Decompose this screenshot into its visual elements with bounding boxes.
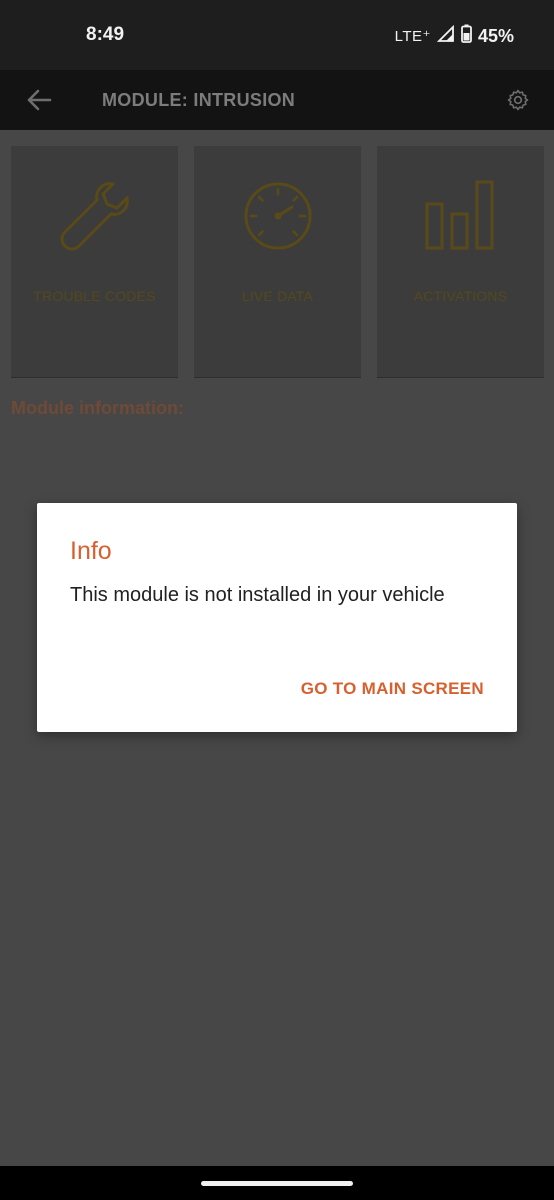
app-bar: MODULE: INTRUSION <box>0 70 554 130</box>
signal-icon <box>436 24 455 48</box>
battery-level: 45% <box>477 25 514 46</box>
tile-live-data[interactable]: LIVE DATA <box>194 146 361 378</box>
tile-label: ACTIVATIONS <box>413 288 508 304</box>
back-button[interactable] <box>22 84 56 116</box>
battery-icon <box>461 24 472 48</box>
tile-trouble-codes[interactable]: TROUBLE CODES <box>11 146 178 378</box>
tile-activations[interactable]: ACTIVATIONS <box>377 146 544 378</box>
settings-button[interactable] <box>504 86 532 114</box>
navigation-bar <box>0 1166 554 1200</box>
page-title: MODULE: INTRUSION <box>102 90 296 110</box>
bar-chart-icon <box>425 180 493 250</box>
status-indicators: LTE⁺ 45% <box>395 24 514 48</box>
module-actions: TROUBLE CODES LIVE DATA ACTIVATIONS <box>11 146 544 378</box>
info-dialog: Info This module is not installed in you… <box>37 503 517 732</box>
module-info-label: Module information: <box>11 398 184 418</box>
gear-icon <box>507 89 529 111</box>
status-time: 8:49 <box>86 24 125 45</box>
tile-label: TROUBLE CODES <box>33 288 156 304</box>
arrow-left-icon <box>27 89 52 111</box>
home-handle[interactable] <box>201 1181 353 1186</box>
wrench-icon <box>60 182 129 251</box>
network-type: LTE⁺ <box>394 28 431 45</box>
dialog-title: Info <box>70 537 112 565</box>
go-to-main-screen-button[interactable]: GO TO MAIN SCREEN <box>301 679 484 699</box>
dialog-message: This module is not installed in your veh… <box>70 584 445 606</box>
screen: 8:49 LTE⁺ 45% MODULE: INTRUSION TROUBLE … <box>0 0 554 1200</box>
status-bar: 8:49 LTE⁺ 45% <box>0 0 554 70</box>
tile-label: LIVE DATA <box>241 288 314 304</box>
speedometer-icon <box>244 182 311 250</box>
